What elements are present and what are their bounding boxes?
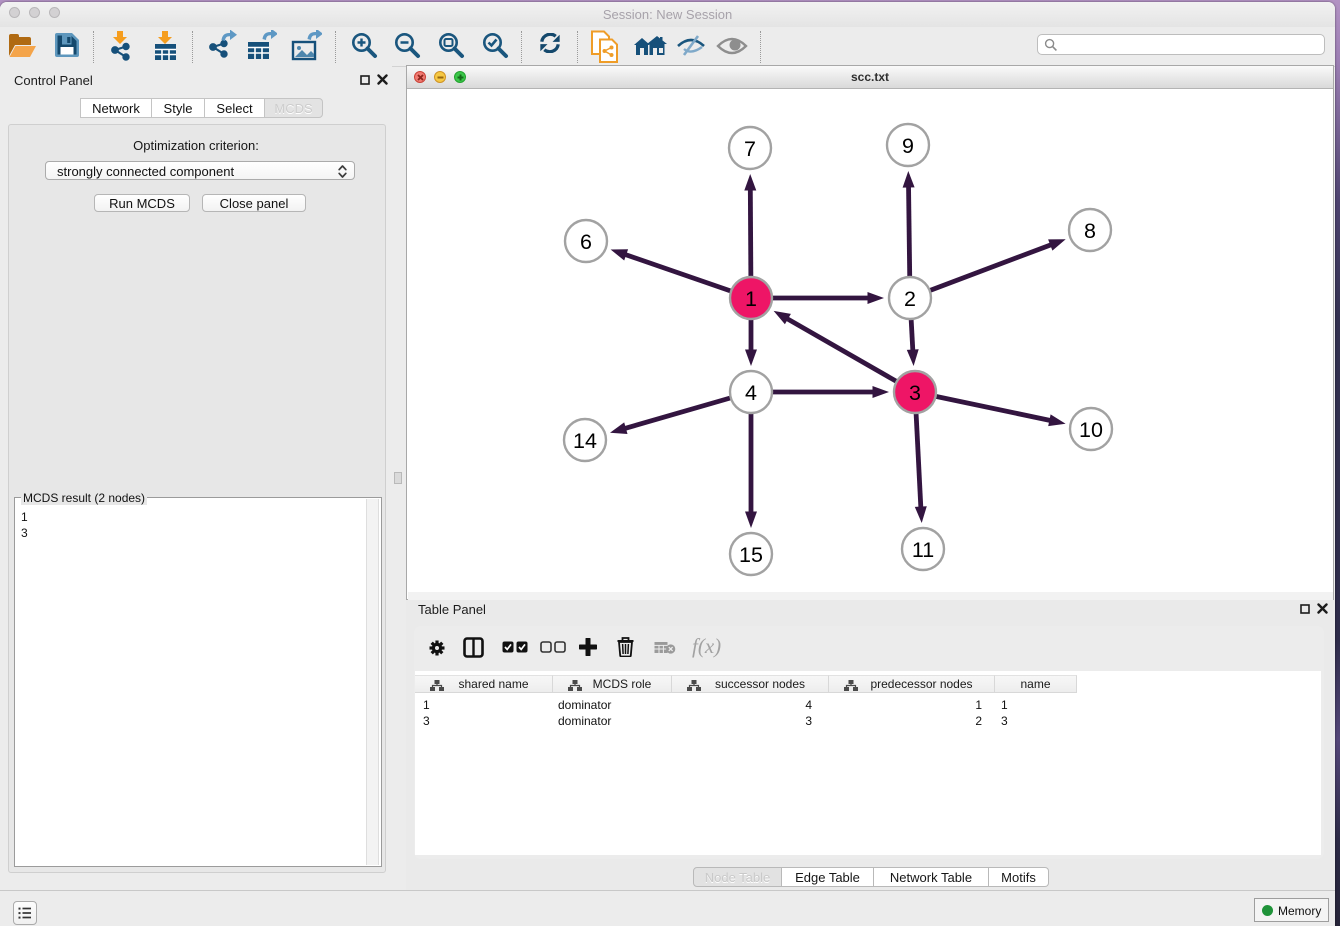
svg-text:1: 1 bbox=[745, 287, 757, 311]
svg-text:15: 15 bbox=[739, 543, 763, 567]
svg-text:8: 8 bbox=[1084, 219, 1096, 243]
svg-text:7: 7 bbox=[744, 137, 756, 161]
svg-text:11: 11 bbox=[912, 538, 934, 562]
svg-text:6: 6 bbox=[580, 230, 592, 254]
svg-text:9: 9 bbox=[902, 134, 914, 158]
svg-text:4: 4 bbox=[745, 381, 757, 405]
svg-text:2: 2 bbox=[904, 287, 916, 311]
svg-text:10: 10 bbox=[1079, 418, 1103, 442]
svg-text:3: 3 bbox=[909, 381, 921, 405]
svg-text:14: 14 bbox=[573, 429, 597, 453]
